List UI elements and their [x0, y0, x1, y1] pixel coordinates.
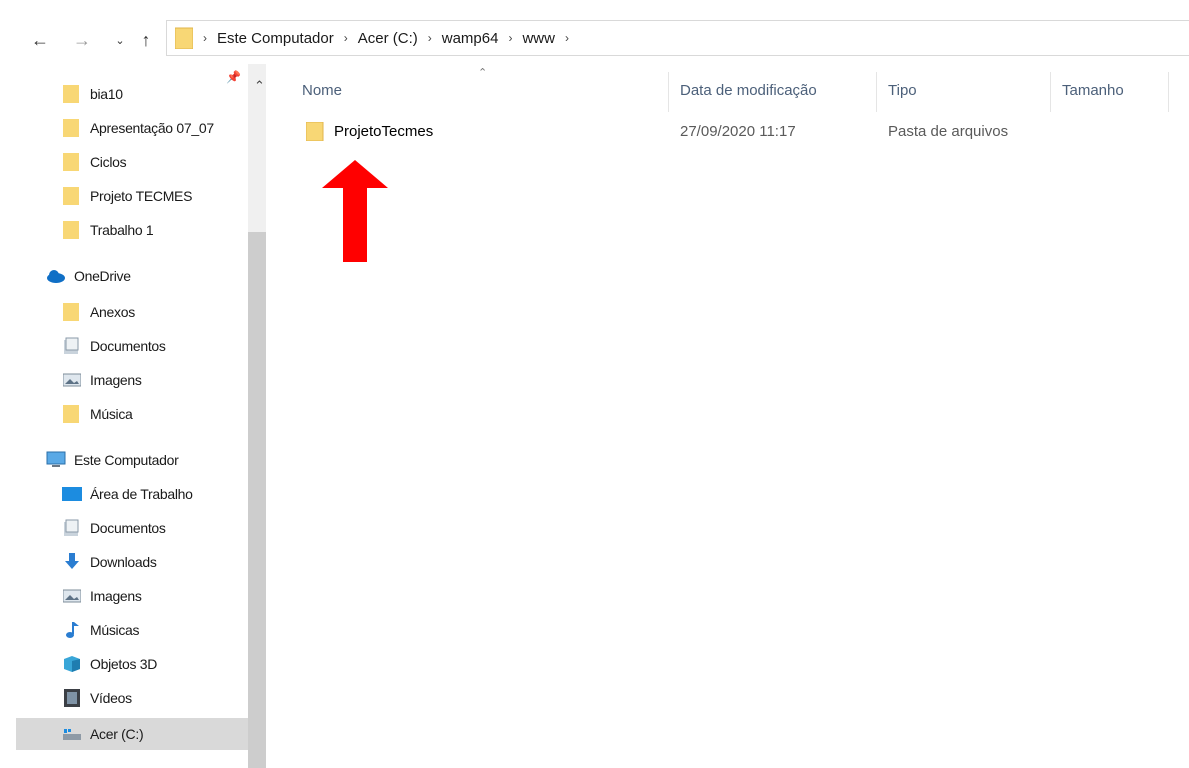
breadcrumb-este-computador[interactable]: Este Computador	[217, 30, 334, 47]
breadcrumb-item[interactable]: › wamp64	[418, 30, 499, 47]
address-row: ← → ⌄ ↑ › Este Computador › Acer (C:) › wam…	[0, 0, 1189, 58]
sidebar-item-label: Músicas	[90, 622, 140, 638]
sidebar-item-apresentacao[interactable]: Apresentação 07_07	[0, 112, 248, 144]
sidebar-item-label: Música	[90, 406, 133, 422]
column-divider[interactable]	[1050, 72, 1051, 112]
folder-icon	[174, 27, 194, 50]
sidebar-item-bia10[interactable]: bia10	[0, 78, 222, 110]
sort-ascending-icon: ⌃	[478, 67, 488, 79]
desktop-icon	[62, 484, 82, 504]
breadcrumb-item[interactable]: ›	[555, 31, 579, 45]
folder-icon	[62, 220, 82, 240]
sidebar-item-label: Área de Trabalho	[90, 486, 193, 502]
sidebar-item-label: Imagens	[90, 372, 142, 388]
address-bar[interactable]: › Este Computador › Acer (C:) › wamp64 › www…	[166, 20, 1189, 56]
sidebar-item-label: Vídeos	[90, 690, 132, 706]
pictures-icon	[62, 370, 82, 390]
navigation-pane: 📌 ⌃ bia10 Apresentação 07_07 Ciclos Proj…	[0, 64, 266, 768]
cloud-icon	[46, 266, 66, 286]
objects-3d-icon	[62, 654, 82, 674]
folder-icon	[62, 302, 82, 322]
documents-icon	[62, 336, 82, 356]
breadcrumb-separator-icon: ›	[427, 31, 432, 45]
file-type: Pasta de arquivos	[888, 123, 1009, 140]
red-up-arrow-annotation	[322, 160, 388, 262]
sidebar-item-acer-c[interactable]: Acer (C:)	[16, 718, 248, 750]
folder-icon	[62, 84, 82, 104]
recent-locations-chevron-icon[interactable]: ⌄	[110, 27, 130, 53]
sidebar-item-label: bia10	[90, 86, 123, 102]
sidebar-item-documentos[interactable]: Documentos	[0, 512, 248, 544]
file-modified-date: 27/09/2020 11:17	[680, 123, 796, 140]
sidebar-item-anexos[interactable]: Anexos	[0, 296, 248, 328]
folder-icon	[62, 186, 82, 206]
sidebar-item-label: Documentos	[90, 338, 166, 354]
column-header-nome[interactable]: Nome	[302, 82, 342, 99]
videos-icon	[62, 688, 82, 708]
sidebar-item-imagens-onedrive[interactable]: Imagens	[0, 364, 248, 396]
sidebar-item-label: Objetos 3D	[90, 656, 158, 672]
drive-icon	[62, 724, 82, 744]
scroll-up-icon[interactable]: ⌃	[254, 78, 265, 94]
sidebar-item-downloads[interactable]: Downloads	[0, 546, 248, 578]
back-arrow-icon[interactable]: ←	[30, 27, 50, 53]
sidebar-item-label: OneDrive	[74, 268, 131, 284]
sidebar-item-label: Documentos	[90, 520, 166, 536]
sidebar-item-musicas[interactable]: Músicas	[0, 614, 248, 646]
sidebar-item-label: Imagens	[90, 588, 142, 604]
pictures-icon	[62, 586, 82, 606]
folder-icon	[62, 118, 82, 138]
sidebar-item-area-de-trabalho[interactable]: Área de Trabalho	[0, 478, 248, 510]
file-list: ⌃ Nome Data de modificação Tipo Tamanho …	[266, 64, 1189, 768]
sidebar-item-label: Trabalho 1	[90, 222, 154, 238]
sidebar-item-videos[interactable]: Vídeos	[0, 682, 248, 714]
sidebar-item-imagens[interactable]: Imagens	[0, 580, 248, 612]
breadcrumb-www[interactable]: www	[522, 30, 555, 47]
download-icon	[62, 552, 82, 572]
music-icon	[62, 620, 82, 640]
computer-icon	[46, 450, 66, 470]
up-arrow-icon[interactable]: ↑	[136, 27, 156, 53]
sidebar-item-label: Apresentação 07_07	[90, 120, 214, 136]
column-header-tamanho[interactable]: Tamanho	[1062, 82, 1124, 99]
column-divider[interactable]	[668, 72, 669, 112]
pin-icon: 📌	[226, 70, 241, 84]
sidebar-item-documentos-onedrive[interactable]: Documentos	[0, 330, 248, 362]
column-divider[interactable]	[1168, 72, 1169, 112]
breadcrumb-wamp64[interactable]: wamp64	[442, 30, 499, 47]
breadcrumb-separator-icon: ›	[343, 31, 348, 45]
breadcrumb-item[interactable]: › Este Computador	[203, 30, 334, 47]
file-name[interactable]: ProjetoTecmes	[334, 123, 433, 140]
sidebar-item-label: Downloads	[90, 554, 157, 570]
sidebar-item-label: Projeto TECMES	[90, 188, 193, 204]
sidebar-item-musica-onedrive[interactable]: Música	[0, 398, 248, 430]
sidebar-item-label: Anexos	[90, 304, 135, 320]
sidebar-item-ciclos[interactable]: Ciclos	[0, 146, 248, 178]
breadcrumb-item[interactable]: › Acer (C:)	[334, 30, 418, 47]
sidebar-item-label: Este Computador	[74, 452, 179, 468]
documents-icon	[62, 518, 82, 538]
sidebar-item-este-computador[interactable]: Este Computador	[0, 444, 248, 476]
folder-icon	[62, 152, 82, 172]
forward-arrow-icon[interactable]: →	[72, 27, 92, 53]
breadcrumb-acer-c[interactable]: Acer (C:)	[358, 30, 418, 47]
breadcrumb-separator-icon: ›	[508, 31, 513, 45]
column-divider[interactable]	[876, 72, 877, 112]
column-header-tipo[interactable]: Tipo	[888, 82, 917, 99]
folder-icon	[62, 404, 82, 424]
breadcrumb-separator-icon[interactable]: ›	[565, 31, 569, 45]
breadcrumb-separator-icon: ›	[203, 31, 207, 45]
breadcrumb-item[interactable]: › www	[498, 30, 555, 47]
folder-icon	[305, 121, 325, 142]
sidebar-item-onedrive[interactable]: OneDrive	[0, 260, 248, 292]
sidebar-item-trabalho-1[interactable]: Trabalho 1	[0, 214, 248, 246]
sidebar-item-label: Acer (C:)	[90, 726, 144, 742]
sidebar-item-projeto-tecmes[interactable]: Projeto TECMES	[0, 180, 248, 212]
sidebar-item-label: Ciclos	[90, 154, 127, 170]
column-header-data-modificacao[interactable]: Data de modificação	[680, 82, 817, 99]
sidebar-item-objetos-3d[interactable]: Objetos 3D	[0, 648, 248, 680]
table-row[interactable]: ProjetoTecmes 27/09/2020 11:17 Pasta de …	[296, 116, 1156, 146]
